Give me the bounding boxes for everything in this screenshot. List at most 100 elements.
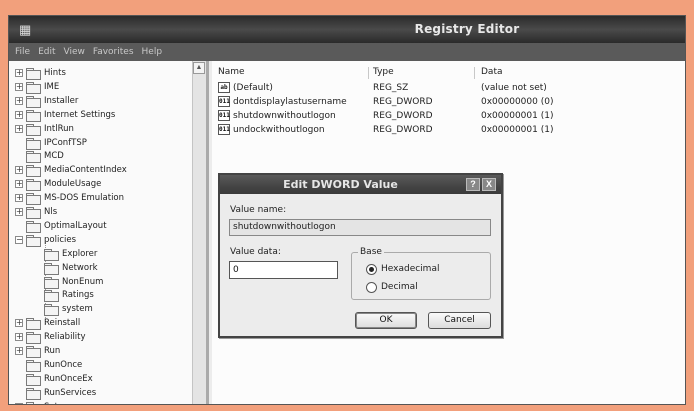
menu-bar: File Edit View Favorites Help (9, 43, 685, 61)
expand-icon[interactable]: + (15, 110, 23, 119)
expand-icon[interactable]: + (15, 82, 23, 91)
value-name: (Default) (233, 83, 273, 93)
tree-item[interactable]: + Installer (15, 94, 78, 108)
tree-item[interactable]: − policies (15, 233, 76, 247)
value-name: undockwithoutlogon (233, 125, 325, 135)
collapse-icon[interactable]: − (15, 235, 23, 244)
decimal-radio[interactable] (366, 282, 377, 293)
tree-item[interactable]: + IME (15, 80, 59, 94)
tree-item[interactable]: + Nls (15, 205, 57, 219)
tree-item[interactable]: + IntlRun (15, 122, 74, 136)
tree-item[interactable]: system (33, 302, 93, 317)
tree-item[interactable]: Network (33, 261, 98, 275)
menu-file[interactable]: File (15, 47, 30, 57)
hexadecimal-label[interactable]: Hexadecimal (381, 264, 439, 274)
expand-icon[interactable]: + (15, 69, 23, 77)
dialog-title-bar[interactable]: Edit DWORD Value ? X (220, 175, 501, 194)
expand-icon[interactable]: + (15, 402, 23, 404)
tree-item[interactable]: RunOnceEx (15, 372, 93, 386)
value-data-label: Value data: (230, 247, 281, 257)
list-row[interactable]: 011 dontdisplaylastusername REG_DWORD 0x… (212, 96, 685, 110)
tree-item-label: OptimalLayout (44, 220, 107, 231)
tree-item[interactable]: + Setup (15, 400, 69, 404)
tree-item-label: MS-DOS Emulation (44, 193, 125, 204)
folder-icon (26, 165, 41, 178)
folder-icon (44, 276, 59, 289)
tree-item-label: Network (62, 262, 98, 273)
expand-icon[interactable]: + (15, 96, 23, 105)
tree-item[interactable]: Ratings (33, 288, 94, 303)
tree-item-label: Setup (44, 402, 69, 404)
folder-icon (26, 359, 41, 372)
tree-item[interactable]: + Reinstall (15, 316, 80, 331)
list-row[interactable]: 011 undockwithoutlogon REG_DWORD 0x00000… (212, 124, 685, 138)
tree-item-label: MediaContentIndex (44, 165, 127, 176)
menu-favorites[interactable]: Favorites (93, 47, 134, 57)
list-row[interactable]: ab (Default) REG_SZ (value not set) (212, 82, 685, 96)
expand-icon[interactable]: + (15, 124, 23, 133)
tree-item[interactable]: + Hints (15, 66, 66, 80)
tree-item-label: IntlRun (44, 123, 74, 134)
expand-icon[interactable]: + (15, 333, 23, 342)
folder-icon (26, 234, 41, 247)
edit-dword-dialog: Edit DWORD Value ? X Value name: shutdow… (218, 173, 503, 338)
tree-scrollbar[interactable]: ▲ (192, 61, 206, 404)
hexadecimal-radio[interactable] (366, 264, 377, 275)
binary-value-icon: 011 (218, 96, 230, 107)
tree-item[interactable]: RunServices (15, 386, 96, 400)
binary-value-icon: 011 (218, 124, 230, 135)
tree-item-label: Run (44, 346, 61, 356)
tree-item-label: RunServices (44, 387, 97, 398)
scroll-up-icon[interactable]: ▲ (193, 62, 205, 74)
base-label: Base (358, 247, 384, 257)
tree-item[interactable]: Explorer (33, 247, 97, 261)
menu-help[interactable]: Help (142, 47, 163, 57)
decimal-label[interactable]: Decimal (381, 282, 418, 292)
tree-item[interactable]: OptimalLayout (15, 219, 107, 233)
folder-icon (26, 95, 41, 108)
tree-item-label: policies (44, 234, 77, 245)
tree-item[interactable]: + Reliability (15, 330, 86, 345)
column-type-header[interactable]: Type (373, 67, 394, 77)
ok-button[interactable]: OK (355, 312, 417, 329)
tree-item[interactable]: IPConfTSP (15, 136, 87, 150)
folder-icon (26, 123, 41, 136)
list-row[interactable]: 011 shutdownwithoutlogon REG_DWORD 0x000… (212, 110, 685, 124)
expand-icon[interactable]: + (15, 166, 23, 175)
cancel-button[interactable]: Cancel (428, 312, 491, 329)
value-name-label: Value name: (230, 205, 287, 215)
tree-item[interactable]: NonEnum (33, 275, 103, 289)
column-name-header[interactable]: Name (218, 67, 245, 77)
value-type: REG_DWORD (373, 111, 433, 121)
menu-edit[interactable]: Edit (38, 47, 55, 57)
column-separator[interactable] (368, 67, 369, 79)
tree-item[interactable]: + ModuleUsage (15, 177, 101, 192)
expand-icon[interactable]: + (15, 347, 23, 355)
value-data-input[interactable]: 0 (229, 261, 338, 279)
tree-item[interactable]: RunOnce (15, 358, 82, 372)
expand-icon[interactable]: + (15, 194, 23, 203)
binary-value-icon: 011 (218, 110, 230, 121)
value-type: REG_DWORD (373, 97, 433, 107)
expand-icon[interactable]: + (15, 180, 23, 189)
registry-tree[interactable]: ▲ + Hints + IME + Installer + Internet Settings… (9, 61, 209, 404)
tree-item-label: RunOnceEx (44, 373, 93, 384)
value-type: REG_DWORD (373, 125, 433, 135)
menu-view[interactable]: View (64, 47, 85, 57)
column-separator[interactable] (474, 67, 475, 79)
tree-item[interactable]: + Run (15, 344, 60, 358)
value-data: 0x00000001 (1) (481, 125, 554, 135)
value-name-field: shutdownwithoutlogon (229, 219, 491, 236)
expand-icon[interactable]: + (15, 319, 23, 328)
value-data: 0x00000000 (0) (481, 97, 554, 107)
help-icon[interactable]: ? (466, 178, 480, 191)
close-icon[interactable]: X (482, 178, 496, 191)
column-data-header[interactable]: Data (481, 67, 503, 77)
tree-item[interactable]: + MediaContentIndex (15, 163, 127, 178)
expand-icon[interactable]: + (15, 208, 23, 216)
tree-item[interactable]: + Internet Settings (15, 108, 115, 122)
tree-item[interactable]: + MS-DOS Emulation (15, 191, 125, 206)
tree-item-label: Hints (44, 68, 66, 78)
tree-item-label: Internet Settings (44, 109, 116, 120)
tree-item[interactable]: MCD (15, 149, 64, 164)
